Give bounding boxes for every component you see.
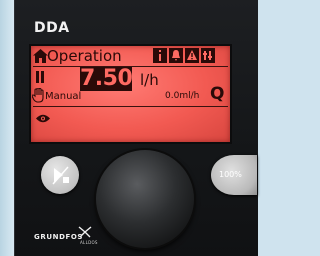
eye-icon <box>36 114 50 123</box>
brand-logo: GRUNDFOS <box>34 233 84 241</box>
100-percent-label: 100% <box>219 170 242 179</box>
display-header: Operation <box>33 47 228 65</box>
display-title: Operation <box>47 47 122 65</box>
setpoint-value: 7.50 <box>80 66 133 91</box>
home-icon <box>33 49 48 63</box>
alarm-bell-icon <box>169 48 183 63</box>
grundfos-man-icon <box>78 226 92 238</box>
click-wheel[interactable] <box>96 150 194 248</box>
info-icon <box>153 48 167 63</box>
setpoint-unit: l/h <box>140 71 159 89</box>
model-label: DDA <box>34 20 70 36</box>
run-stop-icon <box>52 166 69 185</box>
mode-label: Manual <box>45 91 82 102</box>
lcd-display: Operation 7.50 l/h Manual 0.0ml/h Q <box>29 44 232 144</box>
sub-brand: ALLDOS <box>80 240 98 245</box>
status-divider <box>33 106 228 107</box>
hand-icon <box>32 88 44 103</box>
warning-icon <box>185 48 199 63</box>
q-label: Q <box>210 84 225 104</box>
settings-icon <box>201 48 215 63</box>
setpoint-field: 7.50 <box>80 66 133 91</box>
actual-rate: 0.0ml/h <box>165 91 200 101</box>
run-stop-button[interactable] <box>41 156 79 194</box>
pause-icon <box>36 71 45 83</box>
